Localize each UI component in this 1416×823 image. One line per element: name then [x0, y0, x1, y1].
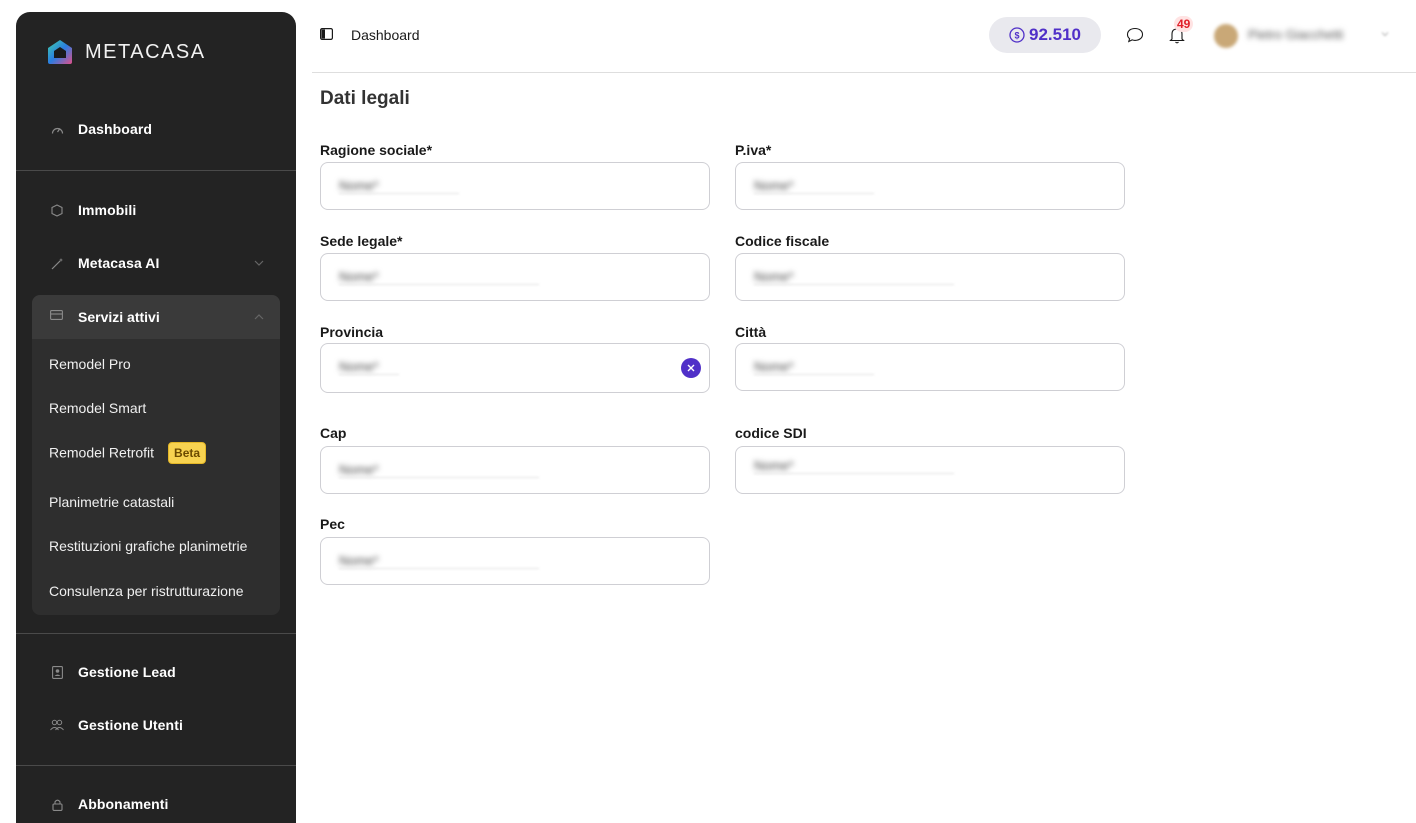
sidebar-item-dashboard[interactable]: Dashboard [32, 109, 280, 149]
submenu-item-remodel-retrofit[interactable]: Remodel Retrofit Beta [49, 442, 207, 465]
sidebar-item-metacasa-ai[interactable]: Metacasa AI [32, 243, 280, 283]
notification-badge: 49 [1174, 16, 1194, 32]
field-value: Nome* [339, 553, 379, 568]
sidebar-item-label: Gestione Lead [78, 664, 176, 680]
field-value-blur [754, 374, 874, 375]
chevron-down-icon[interactable] [252, 256, 266, 270]
lock-icon [50, 797, 64, 811]
field-value-blur [339, 193, 459, 194]
field-label-provincia: Provincia [320, 324, 384, 340]
codice-sdi-input[interactable]: Nome* [735, 446, 1125, 494]
codice-fiscale-input[interactable]: Nome* [735, 253, 1125, 301]
field-label-pec: Pec [320, 516, 345, 532]
house-logo-icon [48, 40, 72, 64]
field-value-blur [339, 374, 399, 375]
submenu-item-restituzioni-grafiche[interactable]: Restituzioni grafiche planimetrie [49, 538, 247, 554]
sidebar-item-label: Metacasa AI [78, 255, 160, 271]
submenu-item-consulenza[interactable]: Consulenza per ristrutturazione [49, 583, 244, 599]
users-icon [50, 718, 64, 732]
field-value: Nome* [339, 462, 379, 477]
field-label-cap: Cap [320, 425, 347, 441]
sidebar-item-gestione-utenti[interactable]: Gestione Utenti [32, 705, 280, 745]
sidebar-toggle-icon[interactable] [320, 28, 333, 40]
page-title: Dati legali [320, 88, 410, 109]
field-value: Nome* [754, 458, 794, 473]
chevron-up-icon[interactable] [252, 310, 266, 324]
brand-logo[interactable]: METACASA [47, 39, 206, 65]
field-label-codice-sdi: codice SDI [735, 425, 807, 441]
coin-icon: $ [1009, 27, 1025, 43]
sidebar-divider [16, 765, 296, 766]
user-name[interactable]: Pietro Giacchetti [1248, 27, 1343, 42]
breadcrumb[interactable]: Dashboard [351, 27, 420, 43]
sidebar-item-gestione-lead[interactable]: Gestione Lead [32, 652, 280, 692]
field-value-blur [339, 284, 539, 285]
chat-icon[interactable] [1126, 27, 1144, 43]
field-value: Nome* [339, 359, 379, 374]
svg-text:$: $ [1014, 31, 1019, 41]
top-bar: Dashboard $ 92.510 49 Pietro Giacchetti [312, 0, 1416, 73]
sidebar-item-servizi-attivi[interactable]: Servizi attivi [32, 295, 280, 339]
field-label-piva: P.iva* [735, 142, 772, 158]
sidebar-item-label: Abbonamenti [78, 796, 169, 812]
services-submenu: Servizi attivi Remodel Pro Remodel Smart… [32, 295, 280, 615]
field-value: Nome* [339, 178, 379, 193]
cap-input[interactable]: Nome* [320, 446, 710, 494]
field-value-blur [339, 477, 539, 478]
card-icon [50, 310, 64, 324]
sidebar-item-label: Dashboard [78, 121, 153, 137]
field-label-codice-fiscale: Codice fiscale [735, 233, 830, 249]
sidebar-item-label: Servizi attivi [78, 309, 160, 325]
field-value-blur [754, 193, 874, 194]
field-value-blur [754, 284, 954, 285]
citta-select[interactable]: Nome* [735, 343, 1125, 391]
sidebar-item-label: Gestione Utenti [78, 717, 183, 733]
credits-balance[interactable]: $ 92.510 [989, 17, 1101, 53]
field-label-citta: Città [735, 324, 767, 340]
sidebar-item-label: Immobili [78, 202, 137, 218]
brand-name: METACASA [85, 40, 206, 63]
ragione-sociale-input[interactable]: Nome* [320, 162, 710, 210]
submenu-item-planimetrie-catastali[interactable]: Planimetrie catastali [49, 494, 174, 510]
chevron-down-icon[interactable] [1380, 29, 1390, 39]
clear-selection-button[interactable] [681, 358, 701, 378]
field-value: Nome* [754, 269, 794, 284]
sede-legale-input[interactable]: Nome* [320, 253, 710, 301]
beta-badge: Beta [168, 442, 207, 464]
sidebar-item-immobili[interactable]: Immobili [32, 190, 280, 230]
submenu-item-remodel-pro[interactable]: Remodel Pro [49, 356, 131, 372]
field-label-ragione-sociale: Ragione sociale* [320, 142, 433, 158]
pec-input[interactable]: Nome* [320, 537, 710, 585]
field-value: Nome* [339, 269, 379, 284]
sidebar: METACASA Dashboard Immobili Metacasa AI … [16, 12, 296, 823]
field-value-blur [339, 568, 539, 569]
magic-wand-icon [50, 256, 64, 270]
cube-icon [50, 203, 64, 217]
submenu-item-remodel-smart[interactable]: Remodel Smart [49, 400, 146, 416]
provincia-select[interactable]: Nome* [320, 343, 710, 393]
sidebar-divider [16, 633, 296, 634]
piva-input[interactable]: Nome* [735, 162, 1125, 210]
field-value: Nome* [754, 359, 794, 374]
sidebar-item-abbonamenti[interactable]: Abbonamenti [32, 784, 280, 823]
close-icon [687, 364, 695, 372]
field-label-sede-legale: Sede legale* [320, 233, 403, 249]
contact-card-icon [50, 665, 64, 679]
sidebar-divider [16, 170, 296, 171]
field-value: Nome* [754, 178, 794, 193]
credits-value: 92.510 [1029, 25, 1081, 44]
submenu-item-label: Remodel Retrofit [49, 444, 155, 461]
gauge-icon [50, 122, 64, 136]
field-value-blur [754, 473, 954, 474]
avatar[interactable] [1214, 24, 1238, 48]
